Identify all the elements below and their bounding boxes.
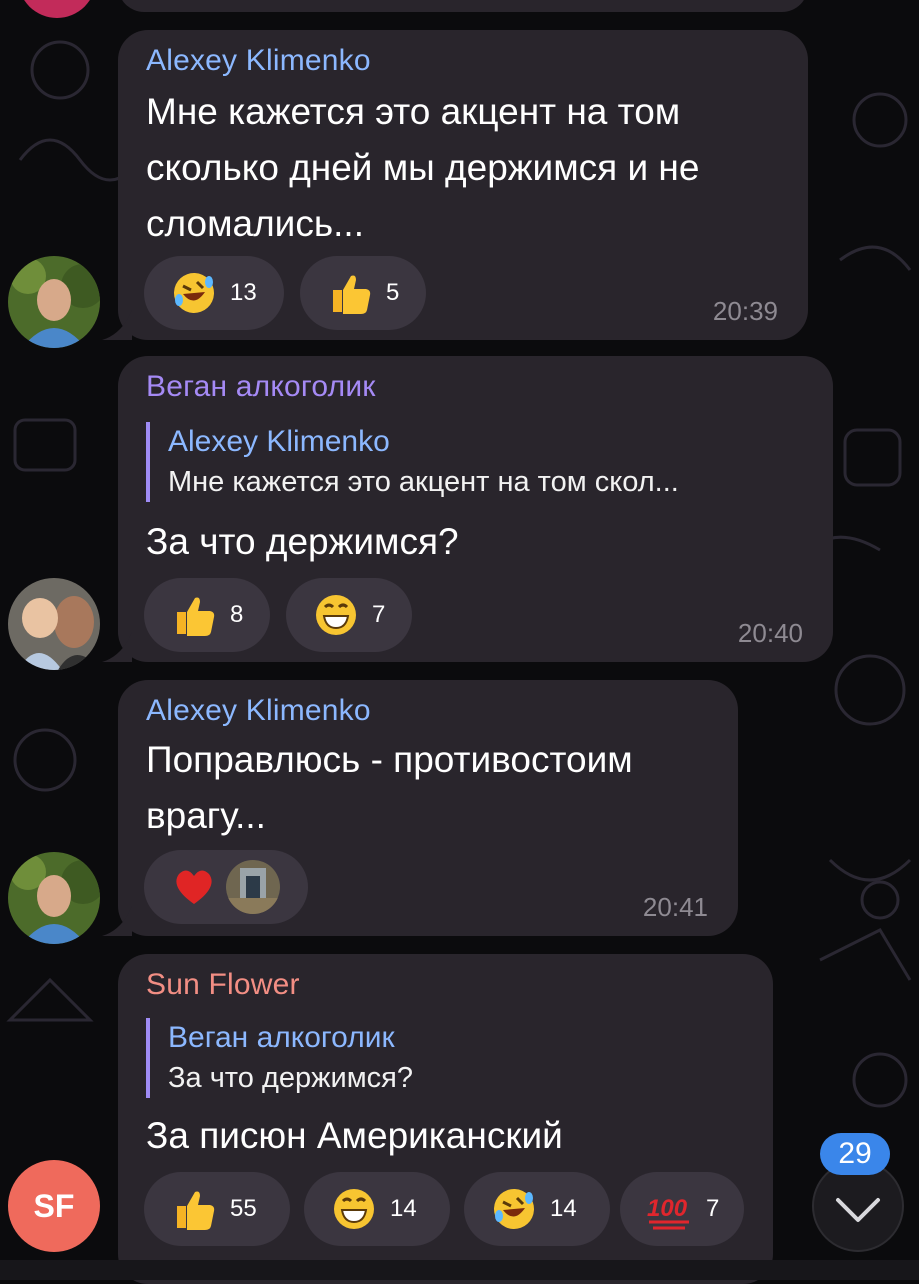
reaction-count: 5 [386, 279, 400, 306]
reaction-count: 7 [706, 1195, 720, 1222]
reaction-count: 14 [550, 1195, 577, 1222]
reaction-chip[interactable]: 100 7 [620, 1172, 744, 1246]
previous-bubble-edge [118, 0, 808, 12]
message-text: Мне кажется это акцент на том сколько дн… [146, 91, 700, 244]
reply-text: За что держимся? [168, 1062, 413, 1094]
bubble-tail [102, 632, 132, 662]
reaction-chip[interactable]: 8 [144, 578, 270, 652]
message-bubble[interactable]: Alexey Klimenko Мне кажется это акцент н… [118, 30, 808, 340]
sender-name[interactable]: Веган алкоголик [146, 370, 376, 404]
bubble-tail [102, 310, 132, 340]
message-time: 20:41 [642, 892, 708, 922]
message-bubble[interactable]: Sun Flower Веган алкоголик За что держим… [118, 954, 773, 1284]
reaction-chip[interactable]: 14 [304, 1172, 450, 1246]
reaction-chip[interactable]: 13 [144, 256, 284, 330]
avatar-alexey[interactable] [8, 256, 100, 348]
reaction-chip[interactable]: 14 [464, 1172, 610, 1246]
reaction-count: 13 [230, 279, 257, 306]
reply-sender: Alexey Klimenko [168, 425, 390, 458]
chevron-down-icon [836, 1198, 880, 1222]
thumbs-up-icon [168, 589, 220, 641]
avatar-partial[interactable] [18, 0, 96, 18]
reaction-chip[interactable]: 5 [300, 256, 426, 330]
reaction-chip[interactable]: 55 [144, 1172, 290, 1246]
message-bubble[interactable]: Alexey Klimenko Поправлюсь - противостои… [118, 680, 738, 936]
avatar-vegan[interactable] [8, 578, 100, 670]
svg-text:100: 100 [647, 1195, 688, 1222]
reaction-chip[interactable] [144, 850, 308, 924]
sender-name[interactable]: Sun Flower [146, 968, 300, 1002]
avatar-initials: SF [33, 1187, 75, 1224]
sender-name[interactable]: Alexey Klimenko [146, 694, 371, 728]
reply-text: Мне кажется это акцент на том скол... [168, 466, 679, 498]
reply-sender: Веган алкоголик [168, 1021, 395, 1054]
grin-emoji-icon [328, 1183, 380, 1235]
message-text: За что держимся? [146, 521, 459, 562]
reply-quote[interactable]: Веган алкоголик За что держимся? [146, 1018, 413, 1098]
avatar-alexey[interactable] [8, 852, 100, 944]
sender-name[interactable]: Alexey Klimenko [146, 44, 371, 78]
message-time: 20:39 [712, 296, 778, 326]
avatar-sun-flower[interactable]: SF [8, 1160, 100, 1252]
heart-icon [168, 861, 220, 913]
bubble-tail [102, 906, 132, 936]
unread-count-badge: 29 [820, 1133, 890, 1175]
reply-quote[interactable]: Alexey Klimenko Мне кажется это акцент н… [146, 422, 679, 502]
hundred-icon: 100 [644, 1183, 696, 1235]
message-text: За писюн Американский [146, 1115, 563, 1156]
thumbs-up-icon [168, 1183, 220, 1235]
reaction-count: 55 [230, 1195, 257, 1222]
rofl-emoji-icon [488, 1183, 540, 1235]
bottom-bar-edge [0, 1260, 919, 1280]
message-text: Поправлюсь - противостоим врагу... [146, 739, 633, 836]
reaction-count: 8 [230, 601, 244, 628]
rofl-emoji-icon [168, 267, 220, 319]
message-time: 20:40 [737, 618, 803, 648]
grin-emoji-icon [310, 589, 362, 641]
thumbs-up-icon [324, 267, 376, 319]
reactor-avatar [226, 860, 280, 914]
reaction-chip[interactable]: 7 [286, 578, 412, 652]
reaction-count: 7 [372, 601, 386, 628]
reaction-count: 14 [390, 1195, 417, 1222]
message-bubble[interactable]: Веган алкоголик Alexey Klimenko Мне каже… [118, 356, 833, 662]
